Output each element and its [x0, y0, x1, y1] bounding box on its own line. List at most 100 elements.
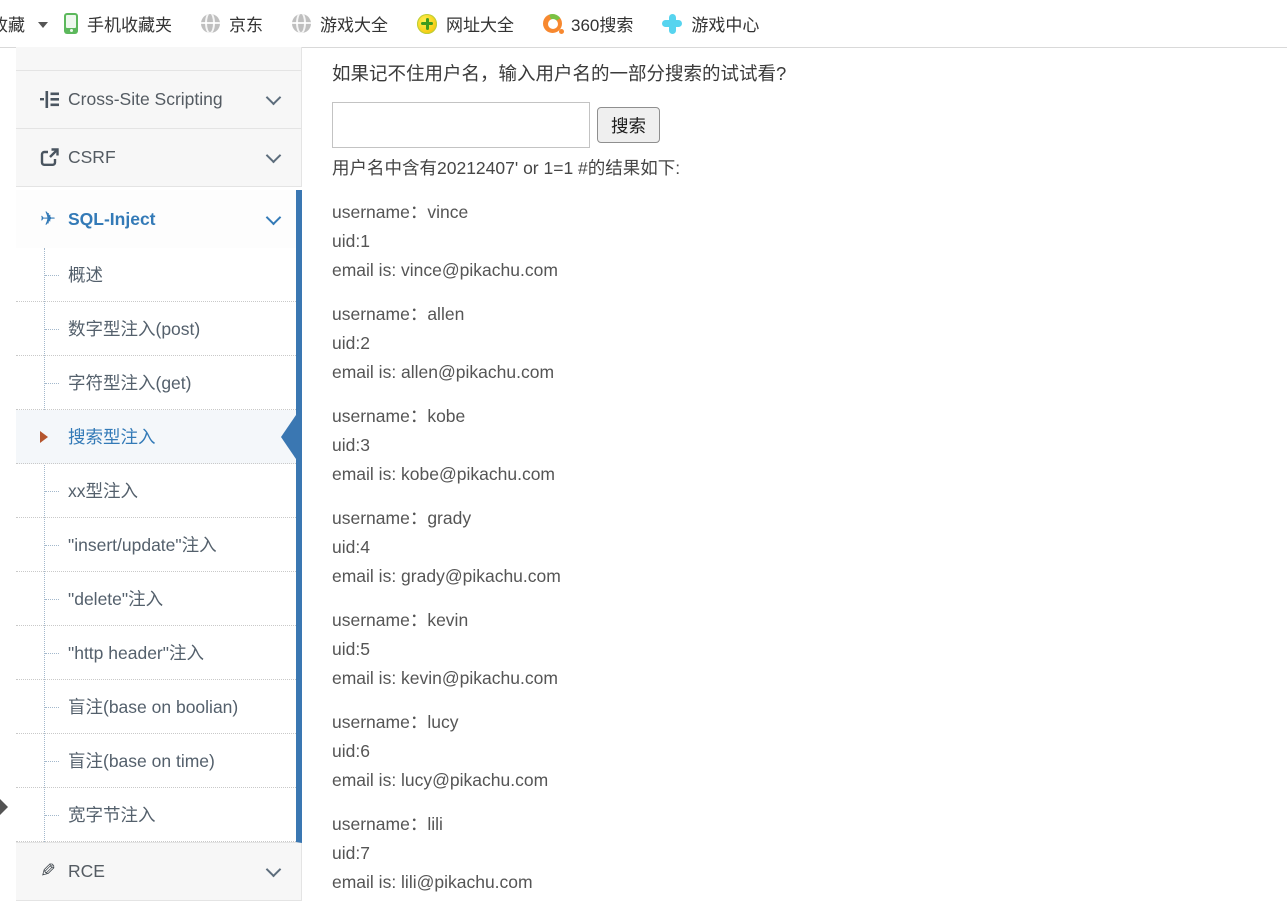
- sidebar-item-label: Cross-Site Scripting: [68, 89, 223, 109]
- username-value: lucy: [427, 712, 459, 732]
- result-username-line: username：vince: [332, 198, 1287, 227]
- sidebar-subitem-label: "http header"注入: [68, 643, 204, 663]
- email-label: email is:: [332, 464, 402, 484]
- username-value: lili: [427, 814, 443, 834]
- email-label: email is:: [332, 872, 402, 892]
- result-uid-line: uid:7: [332, 839, 1287, 868]
- result-uid-line: uid:2: [332, 329, 1287, 358]
- bookmark-item-game-center[interactable]: 游戏中心: [662, 11, 759, 36]
- bookmark-item-mobile-favorites[interactable]: 手机收藏夹: [64, 11, 172, 36]
- sidebar-subitem[interactable]: 数字型注入(post): [16, 302, 296, 356]
- uid-value: 2: [360, 333, 370, 353]
- result-block: username：allen uid:2 email is: allen@pik…: [332, 300, 1287, 387]
- username-label: username：: [332, 508, 428, 528]
- sidebar-item-sql-inject[interactable]: ✈ SQL-Inject: [16, 190, 302, 248]
- sidebar-subitem[interactable]: "delete"注入: [16, 572, 296, 626]
- result-block: username：kobe uid:3 email is: kobe@pikac…: [332, 402, 1287, 489]
- results-list: username：vince uid:1 email is: vince@pik…: [332, 198, 1287, 897]
- result-block: username：grady uid:4 email is: grady@pik…: [332, 504, 1287, 591]
- uid-label: uid:: [332, 231, 361, 251]
- sidebar: Cross-Site Scripting CSRF ✈ SQL-Inject 概…: [16, 47, 302, 904]
- globe-icon: [292, 14, 311, 33]
- uid-value: 3: [360, 435, 370, 455]
- favorites-label: 收藏: [0, 16, 25, 35]
- sidebar-subitem[interactable]: 概述: [16, 248, 296, 302]
- side-panel-handle-icon[interactable]: [0, 799, 8, 815]
- uid-label: uid:: [332, 741, 361, 761]
- bookmark-label: 游戏大全: [320, 16, 388, 35]
- result-block: username：lucy uid:6 email is: lucy@pikac…: [332, 708, 1287, 795]
- username-value: kevin: [427, 610, 469, 630]
- sidebar-item-csrf[interactable]: CSRF: [16, 129, 302, 187]
- result-username-line: username：kobe: [332, 402, 1287, 431]
- username-label: username：: [332, 304, 428, 324]
- result-email-line: email is: vince@pikachu.com: [332, 256, 1287, 285]
- sidebar-subitem[interactable]: xx型注入: [16, 464, 296, 518]
- bookmarks-bar: 收藏 手机收藏夹 京东 游戏大全 网址大全 360搜索 游戏中心: [0, 0, 1287, 48]
- uid-label: uid:: [332, 843, 361, 863]
- sidebar-item-label: CSRF: [68, 147, 116, 167]
- result-block: username：kevin uid:5 email is: kevin@pik…: [332, 606, 1287, 693]
- bookmark-item-nav-site[interactable]: 网址大全: [417, 11, 514, 36]
- bookmark-label: 360搜索: [571, 16, 634, 35]
- uid-label: uid:: [332, 537, 361, 557]
- result-username-line: username：lili: [332, 810, 1287, 839]
- sidebar-subitem[interactable]: "insert/update"注入: [16, 518, 296, 572]
- result-username-line: username：lucy: [332, 708, 1287, 737]
- uid-label: uid:: [332, 435, 361, 455]
- email-value: lucy@pikachu.com: [401, 770, 549, 790]
- sidebar-item-cross-site-scripting[interactable]: Cross-Site Scripting: [16, 71, 302, 129]
- bookmark-label: 手机收藏夹: [87, 16, 172, 35]
- sidebar-subitem[interactable]: 搜索型注入: [16, 410, 296, 464]
- sidebar-subitem[interactable]: 字符型注入(get): [16, 356, 296, 410]
- search-input[interactable]: [332, 102, 590, 148]
- sidebar-subitem-label: "insert/update"注入: [68, 535, 217, 555]
- sidebar-subitem[interactable]: 宽字节注入: [16, 788, 296, 842]
- sidebar-subitem-label: 盲注(base on boolian): [68, 697, 239, 717]
- page-heading: 如果记不住用户名，输入用户名的一部分搜索的试试看?: [332, 63, 787, 84]
- bookmark-item-games[interactable]: 游戏大全: [292, 11, 388, 36]
- uid-value: 1: [360, 231, 370, 251]
- email-label: email is:: [332, 770, 402, 790]
- uid-label: uid:: [332, 639, 361, 659]
- game-center-icon: [662, 13, 683, 34]
- search-button[interactable]: 搜索: [597, 107, 660, 143]
- email-value: kobe@pikachu.com: [401, 464, 556, 484]
- chevron-down-icon[interactable]: [38, 21, 48, 28]
- sidebar-subitem[interactable]: "http header"注入: [16, 626, 296, 680]
- uid-value: 5: [360, 639, 370, 659]
- email-label: email is:: [332, 362, 402, 382]
- chevron-down-icon: [265, 209, 282, 225]
- nav-site-icon: [417, 13, 437, 34]
- search-form: 搜索: [332, 102, 1287, 148]
- bookmark-item-360-search[interactable]: 360搜索: [543, 11, 633, 36]
- result-email-line: email is: lili@pikachu.com: [332, 868, 1287, 897]
- sidebar-subitem-label: 数字型注入(post): [68, 319, 201, 339]
- email-label: email is:: [332, 668, 402, 688]
- result-uid-line: uid:1: [332, 227, 1287, 256]
- result-uid-line: uid:3: [332, 431, 1287, 460]
- result-block: username：lili uid:7 email is: lili@pikac…: [332, 810, 1287, 897]
- email-label: email is:: [332, 260, 402, 280]
- result-username-line: username：allen: [332, 300, 1287, 329]
- globe-icon: [201, 14, 220, 33]
- chevron-down-icon: [265, 147, 282, 164]
- bookmark-label: 网址大全: [446, 16, 514, 35]
- sidebar-subitem-label: 搜索型注入: [68, 427, 156, 447]
- sidebar-item-rce[interactable]: ✎ RCE: [16, 843, 302, 901]
- favorites-menu[interactable]: 收藏: [0, 11, 25, 36]
- uid-value: 6: [360, 741, 370, 761]
- result-email-line: email is: kevin@pikachu.com: [332, 664, 1287, 693]
- result-note: 用户名中含有20212407' or 1=1 #的结果如下:: [332, 158, 681, 178]
- username-label: username：: [332, 202, 428, 222]
- bookmark-label: 游戏中心: [691, 16, 760, 35]
- sidebar-subitem[interactable]: 盲注(base on time): [16, 734, 296, 788]
- screen: 收藏 手机收藏夹 京东 游戏大全 网址大全 360搜索 游戏中心: [0, 0, 1287, 904]
- result-email-line: email is: kobe@pikachu.com: [332, 460, 1287, 489]
- sidebar-subitem-label: 盲注(base on time): [68, 751, 215, 771]
- uid-label: uid:: [332, 333, 361, 353]
- email-value: vince@pikachu.com: [401, 260, 558, 280]
- sidebar-subitem[interactable]: 盲注(base on boolian): [16, 680, 296, 734]
- result-block: username：vince uid:1 email is: vince@pik…: [332, 198, 1287, 285]
- bookmark-item-jd[interactable]: 京东: [201, 11, 263, 36]
